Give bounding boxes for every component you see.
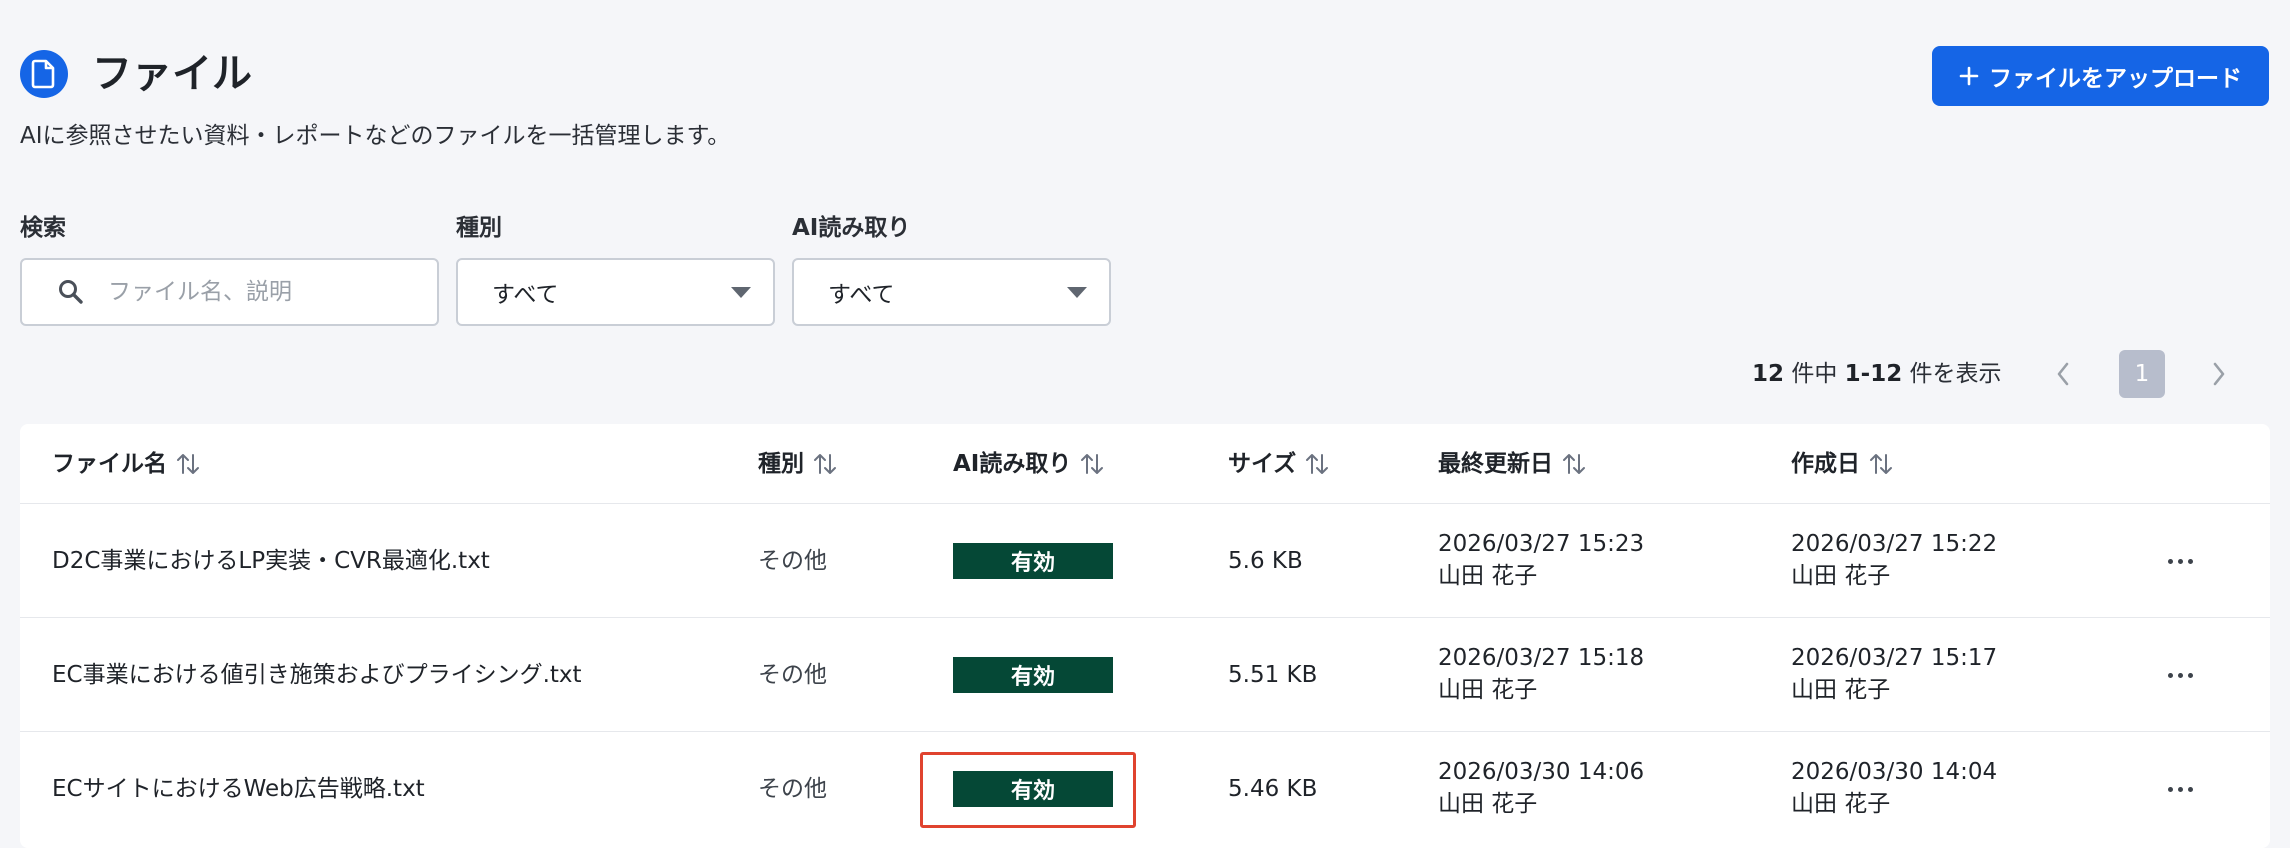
- files-table: ファイル名 種別 AI読み取り サイズ 最終更新日 作成日 D2C事業におけるL…: [20, 424, 2270, 848]
- file-type: その他: [758, 548, 827, 574]
- created-date: 2026/03/30 14:04: [1791, 759, 1998, 785]
- created-date: 2026/03/27 15:17: [1791, 645, 1998, 671]
- ai-status-badge: 有効: [953, 771, 1113, 807]
- ai-status-badge: 有効: [953, 543, 1113, 579]
- file-size: 5.46 KB: [1228, 776, 1318, 802]
- file-size: 5.6 KB: [1228, 548, 1303, 574]
- ai-status-badge: 有効: [953, 657, 1113, 693]
- search-icon: [59, 280, 83, 304]
- updated-by: 山田 花子: [1438, 563, 1538, 589]
- more-options-icon[interactable]: [2160, 655, 2200, 695]
- files-page: ファイル AIに参照させたい資料・レポートなどのファイルを一括管理します。 ファ…: [0, 0, 2290, 848]
- column-header-ai-read[interactable]: AI読み取り: [953, 448, 1105, 480]
- plus-icon: [1959, 66, 1979, 86]
- chevron-right-icon: [2213, 362, 2225, 386]
- file-name[interactable]: D2C事業におけるLP実装・CVR最適化.txt: [52, 545, 490, 577]
- table-row[interactable]: D2C事業におけるLP実装・CVR最適化.txt その他 有効 5.6 KB 2…: [20, 504, 2270, 618]
- search-field[interactable]: [20, 258, 439, 326]
- updated-by: 山田 花子: [1438, 791, 1538, 817]
- file-name[interactable]: EC事業における値引き施策およびプライシング.txt: [52, 659, 582, 691]
- type-select[interactable]: すべて: [456, 258, 775, 326]
- updated-date: 2026/03/27 15:18: [1438, 645, 1645, 671]
- ai-select-value: すべて: [828, 282, 895, 308]
- next-page-button[interactable]: [2201, 356, 2237, 392]
- column-header-created[interactable]: 作成日: [1791, 448, 1894, 480]
- table-header: ファイル名 種別 AI読み取り サイズ 最終更新日 作成日: [20, 424, 2270, 504]
- column-header-type[interactable]: 種別: [758, 448, 838, 480]
- sort-icon: [1563, 454, 1585, 474]
- sort-icon: [1081, 454, 1104, 474]
- upload-button-label: ファイルをアップロード: [1989, 66, 2242, 92]
- column-header-filename[interactable]: ファイル名: [52, 448, 201, 480]
- more-options-icon[interactable]: [2160, 541, 2200, 581]
- ai-read-select[interactable]: すべて: [792, 258, 1111, 326]
- sort-icon: [1870, 454, 1892, 474]
- table-row[interactable]: ECサイトにおけるWeb広告戦略.txt その他 有効 5.46 KB 2026…: [20, 732, 2270, 846]
- created-by: 山田 花子: [1791, 791, 1891, 817]
- updated-date: 2026/03/27 15:23: [1438, 531, 1645, 557]
- ai-filter-label: AI読み取り: [792, 215, 911, 241]
- search-input[interactable]: [108, 279, 408, 305]
- sort-icon: [814, 454, 836, 474]
- dropdown-caret-icon: [731, 286, 751, 298]
- file-type: その他: [758, 662, 827, 688]
- type-filter-label: 種別: [456, 215, 502, 241]
- sort-icon: [1306, 454, 1329, 474]
- file-icon: [20, 50, 68, 98]
- page-title: ファイル: [92, 51, 252, 97]
- file-size: 5.51 KB: [1228, 662, 1318, 688]
- current-page-button[interactable]: 1: [2119, 350, 2165, 398]
- created-date: 2026/03/27 15:22: [1791, 531, 1998, 557]
- page-subtitle: AIに参照させたい資料・レポートなどのファイルを一括管理します。: [20, 123, 731, 149]
- sort-icon: [177, 454, 199, 474]
- updated-date: 2026/03/30 14:06: [1438, 759, 1645, 785]
- result-count: 12 件中 1-12 件を表示: [1752, 361, 2002, 387]
- column-header-updated[interactable]: 最終更新日: [1438, 448, 1587, 480]
- dropdown-caret-icon: [1067, 286, 1087, 298]
- created-by: 山田 花子: [1791, 563, 1891, 589]
- table-row[interactable]: EC事業における値引き施策およびプライシング.txt その他 有効 5.51 K…: [20, 618, 2270, 732]
- file-name[interactable]: ECサイトにおけるWeb広告戦略.txt: [52, 773, 425, 805]
- file-type: その他: [758, 776, 827, 802]
- prev-page-button[interactable]: [2045, 356, 2081, 392]
- chevron-left-icon: [2057, 362, 2069, 386]
- upload-file-button[interactable]: ファイルをアップロード: [1932, 46, 2269, 106]
- updated-by: 山田 花子: [1438, 677, 1538, 703]
- search-label: 検索: [20, 215, 66, 241]
- column-header-size[interactable]: サイズ: [1228, 448, 1330, 480]
- created-by: 山田 花子: [1791, 677, 1891, 703]
- type-select-value: すべて: [492, 282, 559, 308]
- more-options-icon[interactable]: [2160, 769, 2200, 809]
